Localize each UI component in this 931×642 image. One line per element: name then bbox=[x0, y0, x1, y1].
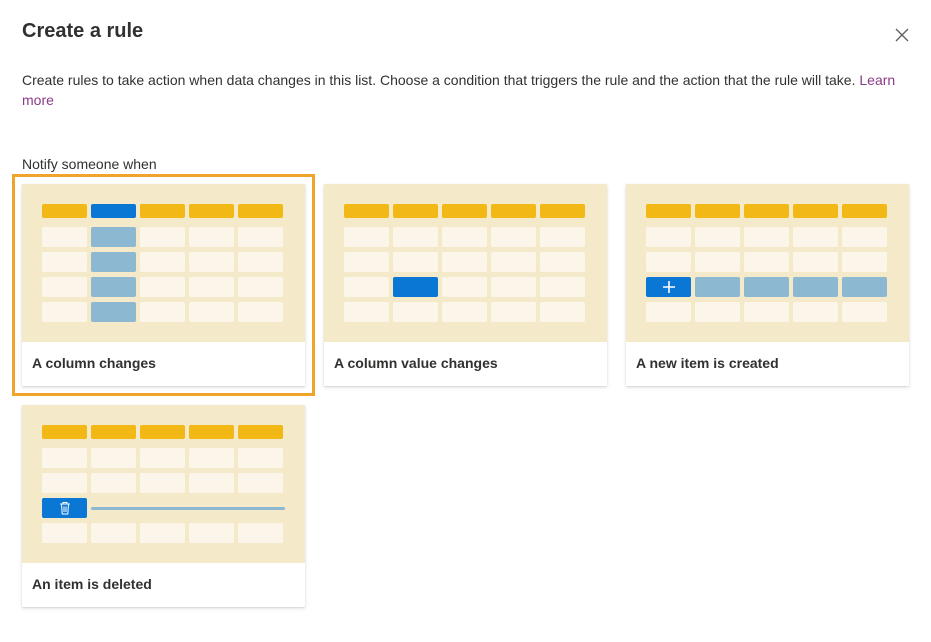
rule-card-column-changes[interactable]: A column changes bbox=[12, 174, 315, 396]
plus-icon bbox=[646, 277, 691, 297]
rule-card-item-deleted[interactable]: An item is deleted bbox=[22, 405, 305, 607]
dialog-description: Create rules to take action when data ch… bbox=[22, 70, 902, 110]
card-label: A new item is created bbox=[636, 355, 779, 371]
deleted-row-line bbox=[91, 507, 285, 510]
rule-card-column-value-changes[interactable]: A column value changes bbox=[324, 184, 607, 386]
close-icon bbox=[895, 28, 909, 42]
column-value-changes-illustration bbox=[324, 184, 607, 342]
rule-card-new-item-created[interactable]: A new item is created bbox=[626, 184, 909, 386]
card-label: An item is deleted bbox=[32, 576, 152, 592]
trash-icon bbox=[42, 498, 87, 518]
section-label: Notify someone when bbox=[22, 156, 157, 172]
close-button[interactable] bbox=[891, 24, 913, 46]
new-item-illustration bbox=[626, 184, 909, 342]
card-label: A column value changes bbox=[334, 355, 498, 371]
dialog-title: Create a rule bbox=[22, 20, 144, 42]
item-deleted-illustration bbox=[22, 405, 305, 563]
column-changes-illustration bbox=[22, 184, 305, 342]
card-label: A column changes bbox=[32, 355, 156, 371]
description-text: Create rules to take action when data ch… bbox=[22, 72, 856, 88]
